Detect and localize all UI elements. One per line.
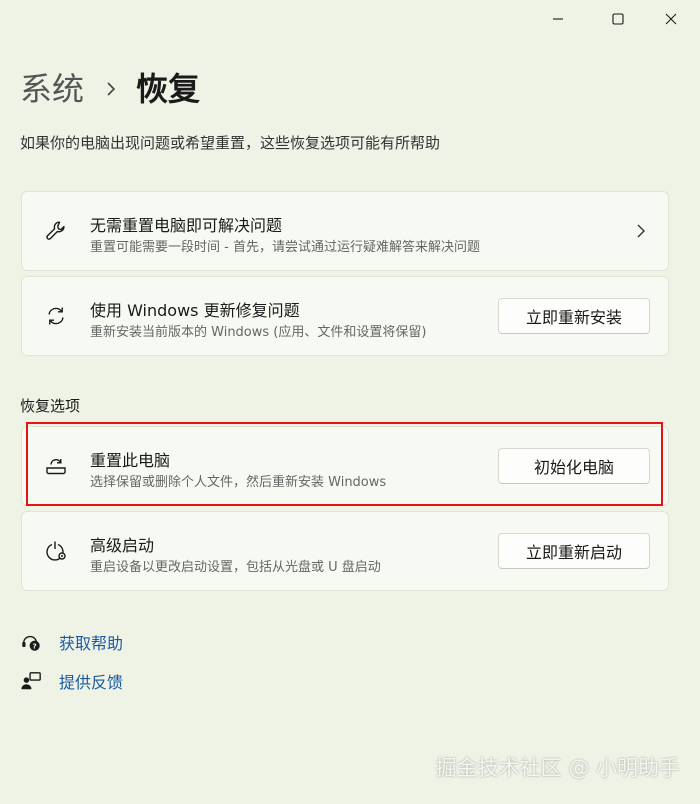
page-title: 恢复 [136, 70, 201, 108]
chevron-right-icon [637, 224, 645, 238]
reset-pc-subtitle: 选择保留或删除个人文件，然后重新安装 Windows [90, 475, 387, 490]
close-icon [665, 13, 677, 25]
close-button[interactable] [648, 0, 694, 38]
troubleshoot-subtitle: 重置可能需要一段时间 - 首先，请尝试通过运行疑难解答来解决问题 [90, 240, 480, 255]
watermark: 掘金技术社区 @ 小明助手 [435, 756, 680, 780]
troubleshoot-title: 无需重置电脑即可解决问题 [90, 216, 283, 235]
reset-pc-button[interactable]: 初始化电脑 [498, 448, 650, 484]
power-gear-icon [46, 541, 66, 561]
maximize-icon [612, 13, 624, 25]
chevron-right-icon [106, 82, 116, 96]
give-feedback-link[interactable]: 提供反馈 [20, 669, 123, 693]
recovery-options-heading: 恢复选项 [20, 397, 81, 415]
give-feedback-label: 提供反馈 [59, 673, 124, 692]
advanced-startup-title: 高级启动 [90, 536, 155, 555]
breadcrumb-parent-system[interactable]: 系统 [20, 66, 84, 112]
get-help-label: 获取帮助 [59, 634, 124, 653]
advanced-startup-subtitle: 重启设备以更改启动设置，包括从光盘或 U 盘启动 [90, 560, 381, 575]
reinstall-now-button[interactable]: 立即重新安装 [498, 298, 650, 334]
reset-pc-card: 重置此电脑 选择保留或删除个人文件，然后重新安装 Windows 初始化电脑 [21, 426, 669, 506]
minimize-button[interactable] [535, 0, 581, 38]
reset-pc-icon [46, 459, 66, 475]
refresh-icon [48, 307, 64, 325]
get-help-link[interactable]: ? 获取帮助 [20, 630, 123, 654]
advanced-startup-card: 高级启动 重启设备以更改启动设置，包括从光盘或 U 盘启动 立即重新启动 [21, 511, 669, 591]
minimize-icon [553, 18, 563, 20]
svg-text:?: ? [33, 641, 37, 650]
reset-pc-title: 重置此电脑 [90, 451, 171, 470]
windows-update-fix-card: 使用 Windows 更新修复问题 重新安装当前版本的 Windows (应用、… [21, 276, 669, 356]
feedback-icon [21, 672, 41, 690]
page-description: 如果你的电脑出现问题或希望重置，这些恢复选项可能有所帮助 [20, 134, 441, 152]
restart-now-button[interactable]: 立即重新启动 [498, 533, 650, 569]
maximize-button[interactable] [595, 0, 641, 38]
windows-update-fix-subtitle: 重新安装当前版本的 Windows (应用、文件和设置将保留) [90, 325, 427, 340]
help-icon: ? [22, 635, 40, 651]
troubleshoot-card[interactable]: 无需重置电脑即可解决问题 重置可能需要一段时间 - 首先，请尝试通过运行疑难解答… [21, 191, 669, 271]
windows-update-fix-title: 使用 Windows 更新修复问题 [90, 301, 300, 320]
breadcrumb: 系统 恢复 [20, 66, 200, 112]
wrench-icon [46, 221, 65, 240]
